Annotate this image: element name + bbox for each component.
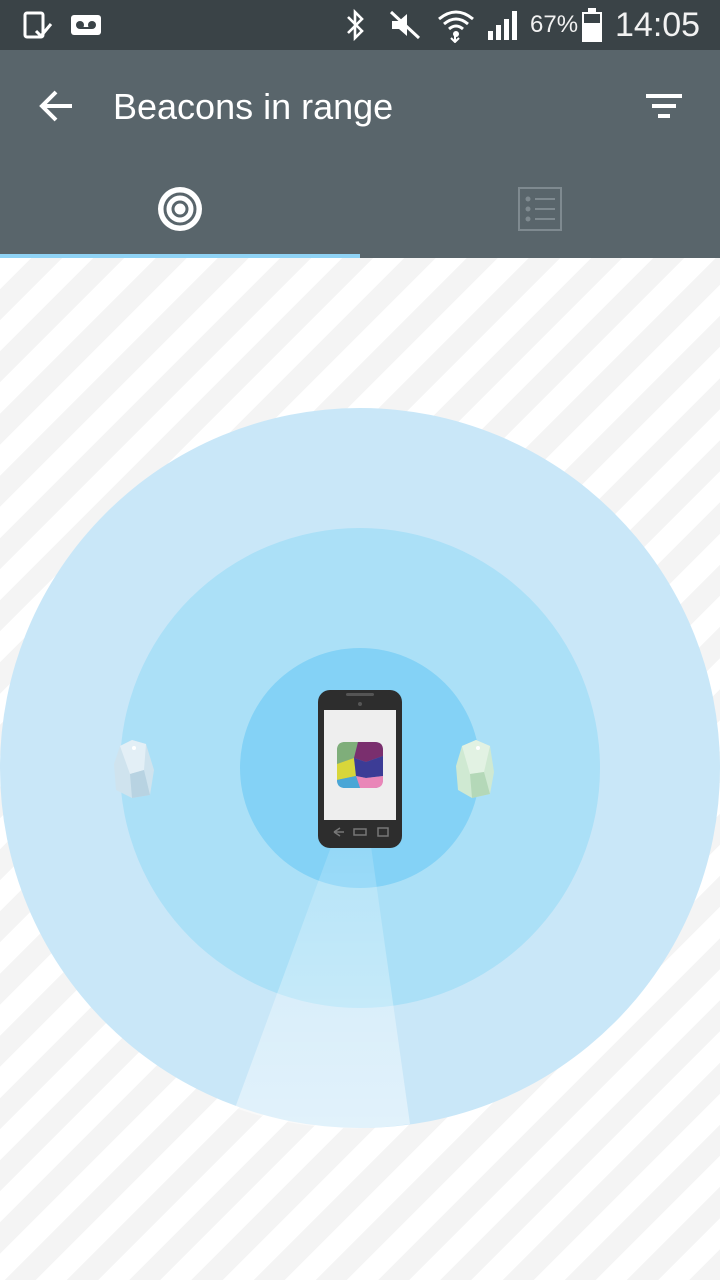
app-bar: Beacons in range <box>0 50 720 258</box>
tab-radar[interactable] <box>0 164 360 258</box>
back-button[interactable] <box>26 78 86 138</box>
bluetooth-icon <box>344 0 368 50</box>
wifi-icon <box>437 0 475 50</box>
filter-icon <box>645 92 683 125</box>
filter-button[interactable] <box>634 78 694 138</box>
radar-target-icon <box>157 186 203 237</box>
beacon-green[interactable] <box>456 740 494 798</box>
battery-icon <box>581 0 603 50</box>
page-title: Beacons in range <box>113 86 394 127</box>
arrow-back-icon <box>38 88 74 129</box>
tab-list[interactable] <box>360 164 720 258</box>
mute-icon <box>388 0 422 50</box>
radar-view <box>0 258 720 1280</box>
screenshot-check-icon <box>22 0 54 50</box>
phone-icon <box>318 690 402 848</box>
list-icon <box>517 186 563 237</box>
signal-icon <box>486 0 522 50</box>
clock: 14:05 <box>615 5 701 44</box>
voicemail-icon <box>70 0 102 50</box>
app-logo-icon <box>337 742 383 788</box>
status-bar: 67% 14:05 <box>0 0 720 50</box>
battery-percent: 67% <box>530 11 579 38</box>
